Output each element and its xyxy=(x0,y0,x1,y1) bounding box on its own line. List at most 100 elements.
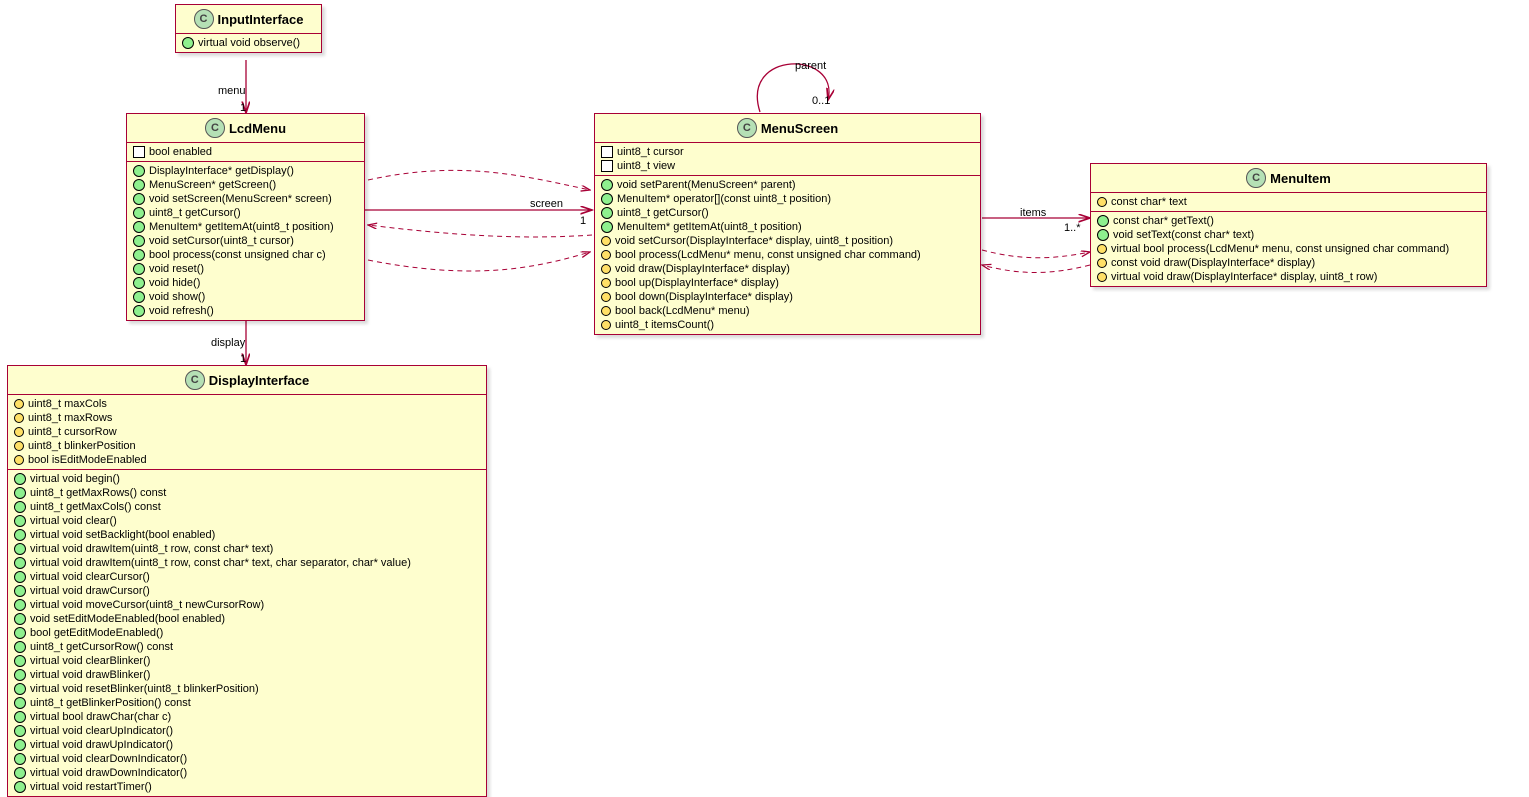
member-row: uint8_t getCursor() xyxy=(133,206,358,220)
member-signature: void refresh() xyxy=(149,305,214,317)
visibility-public-icon xyxy=(14,641,26,653)
class-icon: C xyxy=(205,118,225,138)
member-signature: virtual void begin() xyxy=(30,473,120,485)
visibility-public-icon xyxy=(133,249,145,261)
member-row: void setText(const char* text) xyxy=(1097,228,1480,242)
member-signature: virtual void clearBlinker() xyxy=(30,655,150,667)
class-icon: C xyxy=(737,118,757,138)
member-row: MenuScreen* getScreen() xyxy=(133,178,358,192)
member-row: bool process(const unsigned char c) xyxy=(133,248,358,262)
member-row: void setCursor(DisplayInterface* display… xyxy=(601,234,974,248)
visibility-public-icon xyxy=(601,207,613,219)
visibility-protected-icon xyxy=(12,411,26,425)
member-row: virtual bool process(LcdMenu* menu, cons… xyxy=(1097,242,1480,256)
visibility-public-icon xyxy=(601,179,613,191)
member-signature: uint8_t itemsCount() xyxy=(615,319,714,331)
member-row: void setParent(MenuScreen* parent) xyxy=(601,178,974,192)
visibility-protected-icon xyxy=(12,425,26,439)
visibility-public-icon xyxy=(14,725,26,737)
member-row: uint8_t blinkerPosition xyxy=(14,439,480,453)
class-header: CInputInterface xyxy=(176,5,321,34)
visibility-public-icon xyxy=(1097,215,1109,227)
rel-mult-display: 1 xyxy=(240,353,246,365)
visibility-public-icon xyxy=(133,165,145,177)
visibility-public-icon xyxy=(1097,229,1109,241)
visibility-public-icon xyxy=(14,781,26,793)
visibility-protected-icon xyxy=(599,248,613,262)
visibility-public-icon xyxy=(133,193,145,205)
member-row: uint8_t getMaxCols() const xyxy=(14,500,480,514)
visibility-public-icon xyxy=(133,277,145,289)
visibility-public-icon xyxy=(14,753,26,765)
member-signature: virtual void drawItem(uint8_t row, const… xyxy=(30,543,273,555)
member-row: uint8_t cursorRow xyxy=(14,425,480,439)
class-name: LcdMenu xyxy=(229,121,286,136)
member-signature: virtual void restartTimer() xyxy=(30,781,152,793)
visibility-public-icon xyxy=(14,683,26,695)
class-menuitem: CMenuItem const char* text const char* g… xyxy=(1090,163,1487,287)
member-signature: virtual void clear() xyxy=(30,515,117,527)
member-signature: MenuItem* getItemAt(uint8_t position) xyxy=(617,221,802,233)
member-signature: uint8_t getMaxRows() const xyxy=(30,487,166,499)
member-row: uint8_t getMaxRows() const xyxy=(14,486,480,500)
member-row: virtual void clearUpIndicator() xyxy=(14,724,480,738)
member-row: void refresh() xyxy=(133,304,358,318)
member-row: void draw(DisplayInterface* display) xyxy=(601,262,974,276)
member-signature: bool down(DisplayInterface* display) xyxy=(615,291,793,303)
visibility-public-icon xyxy=(14,585,26,597)
member-signature: void hide() xyxy=(149,277,200,289)
member-signature: uint8_t maxCols xyxy=(28,398,107,410)
member-row: bool back(LcdMenu* menu) xyxy=(601,304,974,318)
member-signature: virtual void drawItem(uint8_t row, const… xyxy=(30,557,411,569)
visibility-protected-icon xyxy=(12,439,26,453)
member-signature: bool process(const unsigned char c) xyxy=(149,249,326,261)
member-row: uint8_t maxCols xyxy=(14,397,480,411)
class-name: InputInterface xyxy=(218,12,304,27)
member-row: virtual void setBacklight(bool enabled) xyxy=(14,528,480,542)
member-signature: uint8_t getBlinkerPosition() const xyxy=(30,697,191,709)
visibility-protected-icon xyxy=(599,304,613,318)
visibility-public-icon xyxy=(14,669,26,681)
rel-label-items: items xyxy=(1020,207,1046,219)
rel-label-menu: menu xyxy=(218,85,246,97)
member-row: bool enabled xyxy=(133,145,358,159)
visibility-protected-icon xyxy=(599,318,613,332)
member-row: uint8_t getCursor() xyxy=(601,206,974,220)
visibility-protected-icon xyxy=(599,290,613,304)
member-signature: void setText(const char* text) xyxy=(1113,229,1254,241)
member-row: virtual void drawItem(uint8_t row, const… xyxy=(14,556,480,570)
rel-mult-items: 1..* xyxy=(1064,222,1081,234)
member-row: const char* text xyxy=(1097,195,1480,209)
visibility-protected-icon xyxy=(1095,242,1109,256)
member-signature: virtual void draw(DisplayInterface* disp… xyxy=(1111,271,1377,283)
visibility-protected-icon xyxy=(12,397,26,411)
member-row: DisplayInterface* getDisplay() xyxy=(133,164,358,178)
visibility-protected-icon xyxy=(599,262,613,276)
visibility-protected-icon xyxy=(599,234,613,248)
member-signature: void setEditModeEnabled(bool enabled) xyxy=(30,613,225,625)
member-signature: uint8_t maxRows xyxy=(28,412,112,424)
member-signature: void setScreen(MenuScreen* screen) xyxy=(149,193,332,205)
class-displayinterface: CDisplayInterface uint8_t maxColsuint8_t… xyxy=(7,365,487,797)
member-signature: uint8_t view xyxy=(617,160,675,172)
visibility-protected-icon xyxy=(1095,270,1109,284)
member-signature: virtual void moveCursor(uint8_t newCurso… xyxy=(30,599,264,611)
member-row: uint8_t view xyxy=(601,159,974,173)
member-row: virtual void moveCursor(uint8_t newCurso… xyxy=(14,598,480,612)
visibility-public-icon xyxy=(14,627,26,639)
visibility-public-icon xyxy=(133,263,145,275)
class-header: C LcdMenu xyxy=(127,114,364,143)
visibility-private-icon xyxy=(601,160,613,172)
visibility-public-icon xyxy=(14,697,26,709)
class-name: MenuItem xyxy=(1270,171,1331,186)
visibility-public-icon xyxy=(14,487,26,499)
visibility-public-icon xyxy=(133,235,145,247)
visibility-public-icon xyxy=(133,207,145,219)
member-row: virtual void clear() xyxy=(14,514,480,528)
member-signature: virtual void drawUpIndicator() xyxy=(30,739,173,751)
member-signature: virtual void resetBlinker(uint8_t blinke… xyxy=(30,683,259,695)
member-signature: virtual void drawBlinker() xyxy=(30,669,150,681)
visibility-public-icon xyxy=(14,543,26,555)
member-row: virtual bool drawChar(char c) xyxy=(14,710,480,724)
visibility-public-icon xyxy=(133,291,145,303)
